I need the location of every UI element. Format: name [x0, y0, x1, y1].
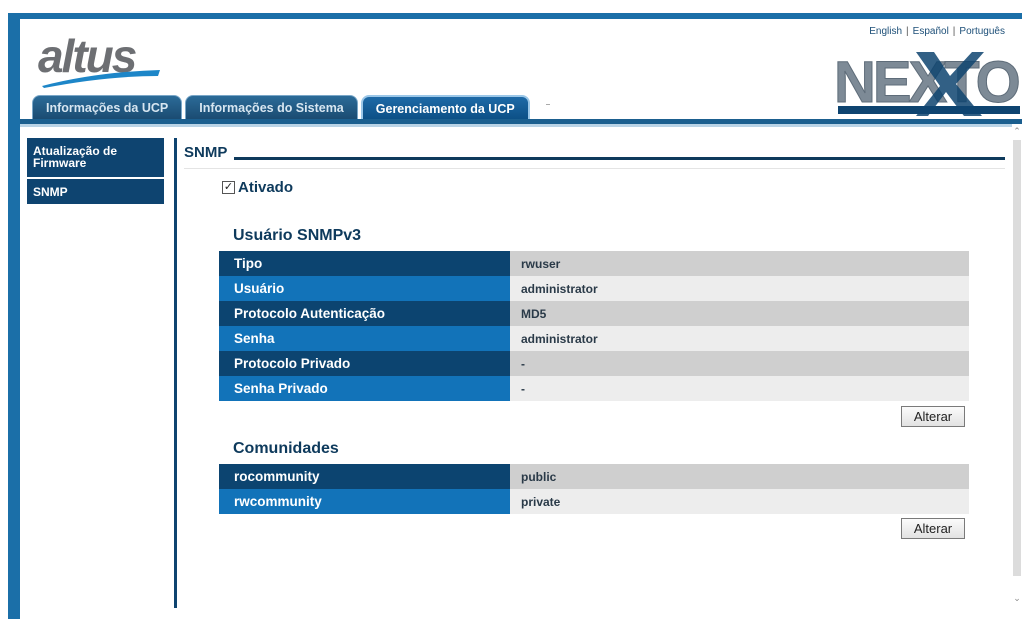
sidebar-item-firmware-update[interactable]: Atualização de Firmware — [27, 138, 164, 179]
title-rule-light — [184, 168, 1005, 169]
main-tabs: Informações da UCP Informações do Sistem… — [32, 95, 530, 120]
row-key: Usuário — [219, 276, 510, 301]
row-key: Tipo — [219, 251, 510, 276]
row-key: rwcommunity — [219, 489, 510, 514]
row-value: MD5 — [510, 301, 969, 326]
enabled-checkbox[interactable]: ✓ — [222, 181, 235, 194]
row-value: private — [510, 489, 969, 514]
tab-informacoes-sistema[interactable]: Informações do Sistema — [185, 95, 358, 120]
tab-informacoes-ucp[interactable]: Informações da UCP — [32, 95, 183, 120]
row-key: Protocolo Privado — [219, 351, 510, 376]
row-key: rocommunity — [219, 464, 510, 489]
altus-logo: altus — [36, 28, 166, 90]
sidebar: Atualização de Firmware SNMP — [27, 138, 164, 206]
tab-gerenciamento-ucp[interactable]: Gerenciamento da UCP — [360, 95, 530, 120]
window-frame-left — [8, 13, 20, 619]
snmpv3-table: Tipo rwuser Usuário administrator Protoc… — [219, 251, 969, 401]
table-row: Protocolo Privado - — [219, 351, 969, 376]
nexto-logo: NEXTO — [832, 46, 1022, 118]
lang-portugues[interactable]: Português — [959, 26, 1005, 37]
divider — [546, 104, 550, 105]
header-divider-light — [20, 124, 1022, 127]
table-row: Usuário administrator — [219, 276, 969, 301]
row-value: administrator — [510, 326, 969, 351]
alterar-communities-button[interactable]: Alterar — [901, 518, 965, 539]
table-row: Tipo rwuser — [219, 251, 969, 276]
table-row: rwcommunity private — [219, 489, 969, 514]
communities-title: Comunidades — [233, 440, 339, 457]
row-key: Senha Privado — [219, 376, 510, 401]
row-value: - — [510, 351, 969, 376]
language-selector: English | Español | Português — [869, 26, 1005, 37]
sidebar-item-snmp[interactable]: SNMP — [27, 179, 164, 206]
enabled-label: Ativado — [238, 179, 294, 196]
snmpv3-title: Usuário SNMPv3 — [233, 227, 362, 244]
scrollbar-thumb[interactable] — [1013, 140, 1021, 576]
sidebar-divider — [174, 138, 177, 608]
lang-english[interactable]: English — [869, 26, 902, 37]
row-key: Senha — [219, 326, 510, 351]
table-row: Senha Privado - — [219, 376, 969, 401]
scroll-down-icon[interactable]: ⌄ — [1012, 592, 1022, 604]
row-value: public — [510, 464, 969, 489]
title-rule — [234, 157, 1005, 160]
row-value: - — [510, 376, 969, 401]
table-row: Protocolo Autenticação MD5 — [219, 301, 969, 326]
row-value: rwuser — [510, 251, 969, 276]
page-title: SNMP — [184, 144, 228, 161]
table-row: Senha administrator — [219, 326, 969, 351]
window-top-margin — [0, 0, 1022, 13]
table-row: rocommunity public — [219, 464, 969, 489]
communities-table: rocommunity public rwcommunity private — [219, 464, 969, 514]
row-key: Protocolo Autenticação — [219, 301, 510, 326]
lang-espanol[interactable]: Español — [913, 26, 949, 37]
scroll-up-icon[interactable]: ⌃ — [1012, 125, 1022, 137]
enabled-checkbox-row[interactable]: ✓ Ativado — [222, 179, 293, 196]
row-value: administrator — [510, 276, 969, 301]
alterar-snmpv3-button[interactable]: Alterar — [901, 406, 965, 427]
